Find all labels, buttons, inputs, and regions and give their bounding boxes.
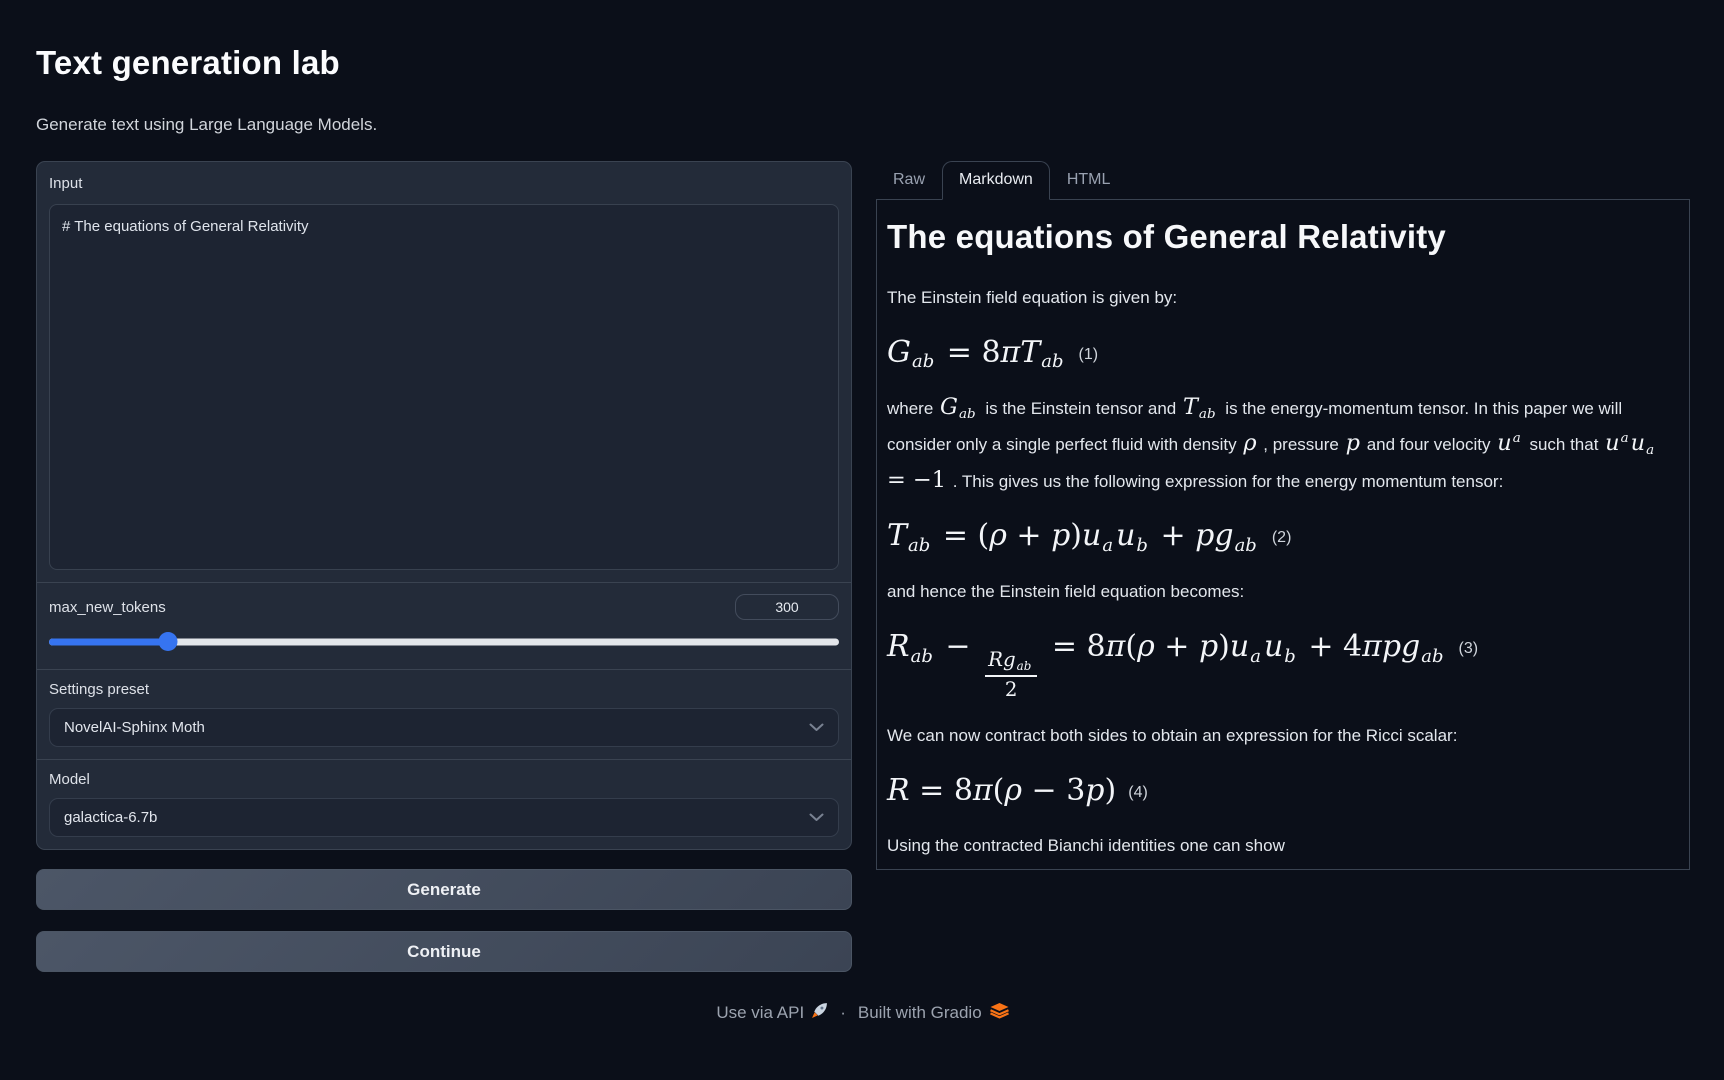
app-window: Text generation lab Generate text using … [0,0,1724,1080]
display-math: Tab = (ρ + p)uaub + pgab [887,518,1260,553]
chevron-down-icon [809,719,824,737]
paragraph: and hence the Einstein field equation be… [887,574,1679,611]
paragraph: where Gab is the Einstein tensor and Tab… [887,391,1679,501]
tab-markdown[interactable]: Markdown [942,161,1050,200]
use-via-api-label: Use via API [716,1003,804,1023]
input-label: Input [49,175,839,192]
model-dropdown[interactable]: galactica-6.7b [49,798,839,837]
equation: Gab = 8πTab (1) [887,333,1679,375]
max-tokens-number-input[interactable] [735,594,839,620]
markdown-heading: The equations of General Relativity [887,218,1679,256]
markdown-body: The Einstein field equation is given by:… [887,280,1679,864]
equation-number: (1) [1079,346,1099,363]
slider-thumb[interactable] [158,632,177,651]
footer-separator: · [840,1003,846,1023]
slider-fill [49,638,168,645]
equation: Rab − Rgab2 = 8π(ρ + p)uaub + 4πpgab (3) [887,627,1679,703]
built-with-gradio-label: Built with Gradio [858,1003,982,1023]
markdown-output-panel: The equations of General Relativity The … [876,200,1690,870]
equation-number: (3) [1459,640,1479,657]
display-math: Rab − Rgab2 = 8π(ρ + p)uaub + 4πpgab [887,629,1447,664]
paragraph: We can now contract both sides to obtain… [887,718,1679,755]
model-row: Model galactica-6.7b [37,759,851,849]
slider-head: max_new_tokens [49,594,839,620]
prompt-textarea[interactable]: # The equations of General Relativity [49,204,839,570]
page-title: Text generation lab [36,44,1690,82]
max-tokens-slider[interactable] [49,632,839,651]
input-row: Input # The equations of General Relativ… [37,162,851,582]
output-column: RawMarkdownHTML The equations of General… [876,161,1690,870]
main-columns: Input # The equations of General Relativ… [36,161,1690,972]
chevron-down-icon [809,809,824,827]
inline-math: Tab [1183,394,1219,420]
footer: Use via API · Built with Gradio [36,1002,1690,1024]
equation-number: (2) [1272,529,1292,546]
inline-math: ua [1497,430,1522,456]
inline-math: Gab [940,394,979,420]
continue-button[interactable]: Continue [36,931,852,972]
max-tokens-label: max_new_tokens [49,599,166,616]
preset-row: Settings preset NovelAI-Sphinx Moth [37,669,851,759]
display-math: Gab = 8πTab [887,335,1067,370]
input-column: Input # The equations of General Relativ… [36,161,852,972]
rocket-icon [811,1002,828,1024]
preset-dropdown[interactable]: NovelAI-Sphinx Moth [49,708,839,747]
equation-number: (4) [1128,784,1148,801]
inline-math: ρ [1243,430,1256,456]
max-tokens-row: max_new_tokens [37,582,851,669]
gradio-logo-icon [989,1002,1010,1024]
tab-bar: RawMarkdownHTML [876,161,1690,200]
slider-track[interactable] [49,638,839,645]
preset-label: Settings preset [49,681,839,698]
model-dropdown-value: galactica-6.7b [64,809,157,826]
form-panel: Input # The equations of General Relativ… [36,161,852,850]
built-with-gradio-link[interactable]: Built with Gradio [858,1002,1010,1024]
generate-button[interactable]: Generate [36,869,852,910]
paragraph: Using the contracted Bianchi identities … [887,828,1679,865]
model-label: Model [49,771,839,788]
tab-html[interactable]: HTML [1050,161,1128,200]
use-via-api-link[interactable]: Use via API [716,1002,828,1024]
inline-math: p [1346,430,1360,456]
page-subtitle: Generate text using Large Language Model… [36,115,1690,135]
equation: Tab = (ρ + p)uaub + pgab (2) [887,516,1679,558]
display-math: R = 8π(ρ − 3p) [887,773,1116,808]
tab-raw[interactable]: Raw [876,161,942,200]
preset-dropdown-value: NovelAI-Sphinx Moth [64,719,205,736]
paragraph: The Einstein field equation is given by: [887,280,1679,317]
inline-math: uaua = −1 [887,430,1657,493]
equation: R = 8π(ρ − 3p) (4) [887,771,1679,812]
